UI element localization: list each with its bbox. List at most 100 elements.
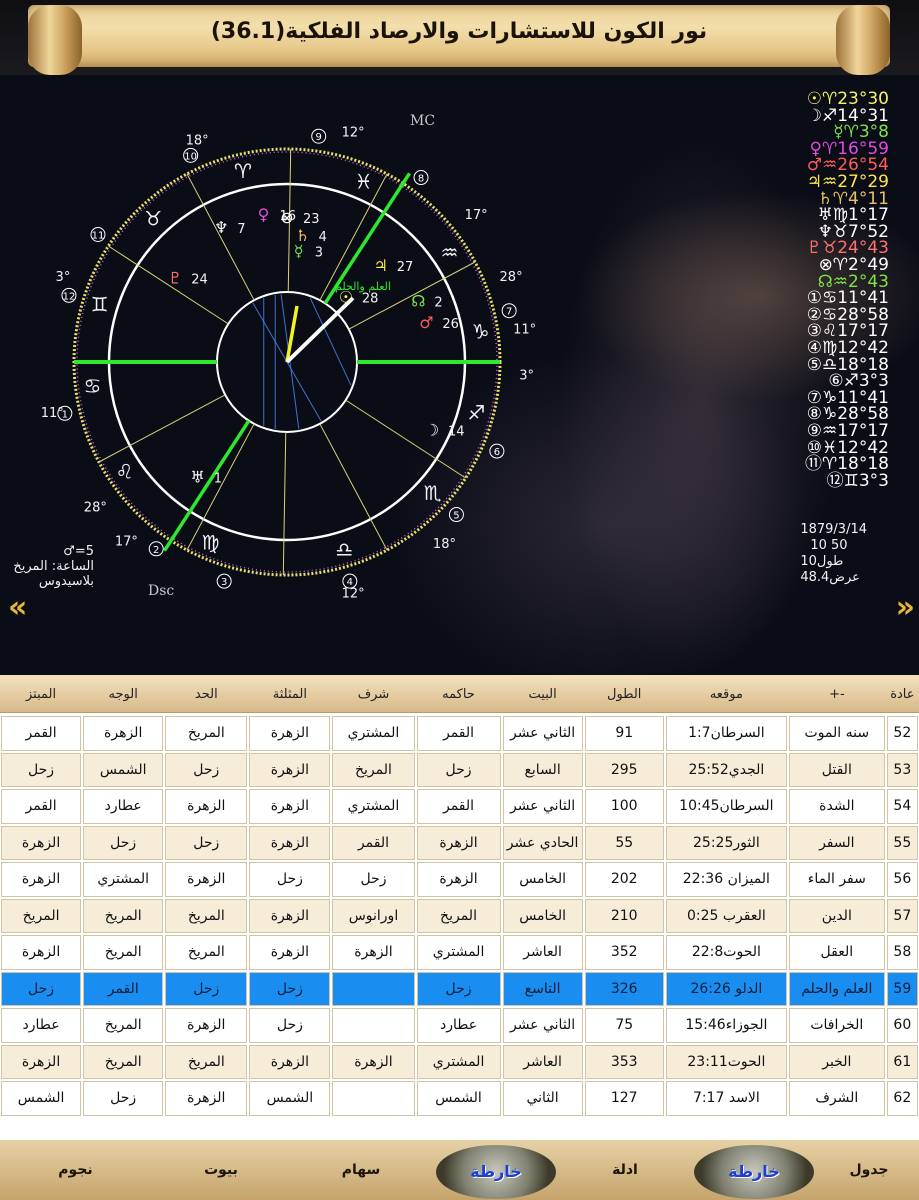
table-row[interactable]: الشمس زحل الزهرة الشمس الشمس الثاني 127 الاسد 7… (0, 1080, 919, 1117)
table-cell-ruler: عطارد (416, 1008, 501, 1043)
table-cell-pos: العقرب 0:25 (665, 898, 787, 933)
table-cell-exalt: المشتري (332, 789, 415, 824)
table-row[interactable]: عطارد المريخ الزهرة زحل عطارد الثاني عشر 75 الج… (0, 1007, 919, 1044)
column-header[interactable]: شرف (331, 675, 415, 713)
cusp-degree-label: 11° (513, 323, 536, 338)
table-cell-name: سنه الموت (788, 716, 885, 751)
column-header[interactable]: عادة (886, 675, 919, 713)
table-cell-len: 127 (584, 1081, 664, 1116)
cusp-degree-label: 3° (56, 270, 71, 285)
table-cell-term: الزهرة (165, 789, 248, 824)
table-cell-exalt (332, 1081, 415, 1116)
table-row[interactable]: المريخ المريخ المريخ الزهرة اورانوس المريخ الخ… (0, 898, 919, 935)
mc-label: MC (410, 113, 435, 129)
tab-map[interactable]: خارطة (689, 1140, 819, 1200)
table-row[interactable]: الزهرة المشتري الزهرة زحل زحل الزهرة الخامس 202… (0, 861, 919, 898)
table-cell-trip: الزهرة (249, 752, 331, 787)
nav-prev-arrow[interactable]: « (8, 590, 27, 625)
hour-ruler-glyph: 5=♂ (63, 544, 94, 559)
table-cell-trip: الزهرة (249, 898, 331, 933)
cusp-degree-label: 18° (186, 133, 209, 148)
table-cell-house: الثاني عشر (502, 789, 583, 824)
table-cell-pos: الحوت22:8 (665, 935, 787, 970)
zodiac-sign-icon: ♌ (116, 460, 134, 484)
tab-label: خارطة (728, 1162, 780, 1181)
column-header[interactable]: موقعه (665, 675, 788, 713)
planet-degree-label: 7 (237, 222, 245, 237)
table-row[interactable]: الزهرة زحل زحل الزهرة القمر الزهرة الحادي عشر 5… (0, 825, 919, 862)
table-cell-trip: الزهرة (249, 789, 331, 824)
column-header[interactable]: الحد (164, 675, 248, 713)
house-number: 9 (316, 132, 322, 143)
zodiac-sign-icon: ♒ (441, 240, 459, 264)
table-cell-n: 57 (886, 898, 918, 933)
table-cell-exalt: المريخ (332, 752, 415, 787)
column-header[interactable]: الوجه (82, 675, 164, 713)
tab-4[interactable]: سهام (291, 1140, 431, 1200)
table-cell-n: 59 (886, 971, 918, 1006)
table-cell-ruler: الزهرة (416, 825, 501, 860)
column-header[interactable]: البيت (502, 675, 584, 713)
table-cell-name: العلم والحلم (788, 971, 885, 1006)
cusp-degree-label: 18° (433, 537, 456, 552)
tab-label: خارطة (470, 1162, 522, 1181)
table-cell-house: السابع (502, 752, 583, 787)
table-cell-pos: السرطان1:7 (665, 716, 787, 751)
column-header[interactable]: الطول (584, 675, 665, 713)
column-header[interactable]: المثلثة (248, 675, 331, 713)
tab-0[interactable]: جدول (819, 1140, 919, 1200)
table-row[interactable]: الزهرة المريخ المريخ الزهرة الزهرة المشتري الع… (0, 934, 919, 971)
table-row[interactable]: زحل الشمس زحل الزهرة المريخ زحل السابع 295 الجدي… (0, 752, 919, 789)
tab-2[interactable]: ادلة (561, 1140, 689, 1200)
planet-glyph-icon: ☿ (294, 242, 304, 261)
table-cell-alm: القمر (1, 789, 82, 824)
table-cell-n: 62 (886, 1081, 918, 1116)
table-cell-alm: زحل (1, 752, 82, 787)
table-body: القمر الزهرة المريخ الزهرة المشتري القمر الثان… (0, 715, 919, 1117)
table-header: المبتز الوجه الحد المثلثة شرف حاكمه البيت الطول… (0, 675, 919, 713)
table-cell-term: المريخ (165, 716, 248, 751)
column-header[interactable]: +- (788, 675, 886, 713)
zodiac-sign-icon: ♈ (234, 159, 252, 183)
column-header[interactable]: المبتز (0, 675, 82, 713)
table-cell-n: 56 (886, 862, 918, 897)
table-cell-alm: الزهرة (1, 935, 82, 970)
table-cell-exalt (332, 1008, 415, 1043)
planet-glyph-icon: ♆ (214, 218, 228, 237)
planet-glyph-icon: ⊗ (280, 208, 293, 227)
table-cell-len: 202 (584, 862, 664, 897)
planet-glyph-icon: ♅ (191, 467, 205, 486)
table-cell-pos: الدلو 26:26 (665, 971, 787, 1006)
table-cell-ruler: المشتري (416, 1044, 501, 1079)
nav-next-arrow[interactable]: » (896, 590, 915, 625)
table-cell-name: السفر (788, 825, 885, 860)
table-cell-house: الثاني (502, 1081, 583, 1116)
planet-glyph-icon: ♇ (168, 269, 182, 288)
zodiac-sign-icon: ♎ (335, 537, 353, 561)
table-row[interactable]: الزهرة المريخ المريخ الزهرة الزهرة المشتري الع… (0, 1044, 919, 1081)
table-cell-exalt (332, 971, 415, 1006)
table-row[interactable]: زحل القمر زحل زحل زحل التاسع 326 الدلو 26:26 الع… (0, 971, 919, 1008)
zodiac-sign-icon: ♑ (472, 319, 490, 343)
table-cell-term: المريخ (165, 935, 248, 970)
table-cell-name: العقل (788, 935, 885, 970)
cusp-degree-label: 17° (115, 534, 138, 549)
column-header[interactable]: حاكمه (416, 675, 502, 713)
table-row[interactable]: القمر عطارد الزهرة الزهرة المشتري القمر الثاني… (0, 788, 919, 825)
table-cell-alm: الزهرة (1, 825, 82, 860)
tab-5[interactable]: بيوت (151, 1140, 291, 1200)
table-cell-n: 61 (886, 1044, 918, 1079)
table-cell-pos: الجدي25:52 (665, 752, 787, 787)
table-cell-house: العاشر (502, 1044, 583, 1079)
tab-6[interactable]: نجوم (0, 1140, 151, 1200)
house-number: 12 (63, 291, 76, 302)
arabic-part-label: العلم والحلم (335, 280, 391, 293)
table-cell-face: عطارد (83, 789, 164, 824)
table-cell-alm: زحل (1, 971, 82, 1006)
table-cell-pos: الجوزاء15:46 (665, 1008, 787, 1043)
tab-map[interactable]: خارطة (431, 1140, 561, 1200)
table-cell-alm: الشمس (1, 1081, 82, 1116)
table-row[interactable]: القمر الزهرة المريخ الزهرة المشتري القمر الثان… (0, 715, 919, 752)
table-cell-n: 58 (886, 935, 918, 970)
table-cell-alm: عطارد (1, 1008, 82, 1043)
